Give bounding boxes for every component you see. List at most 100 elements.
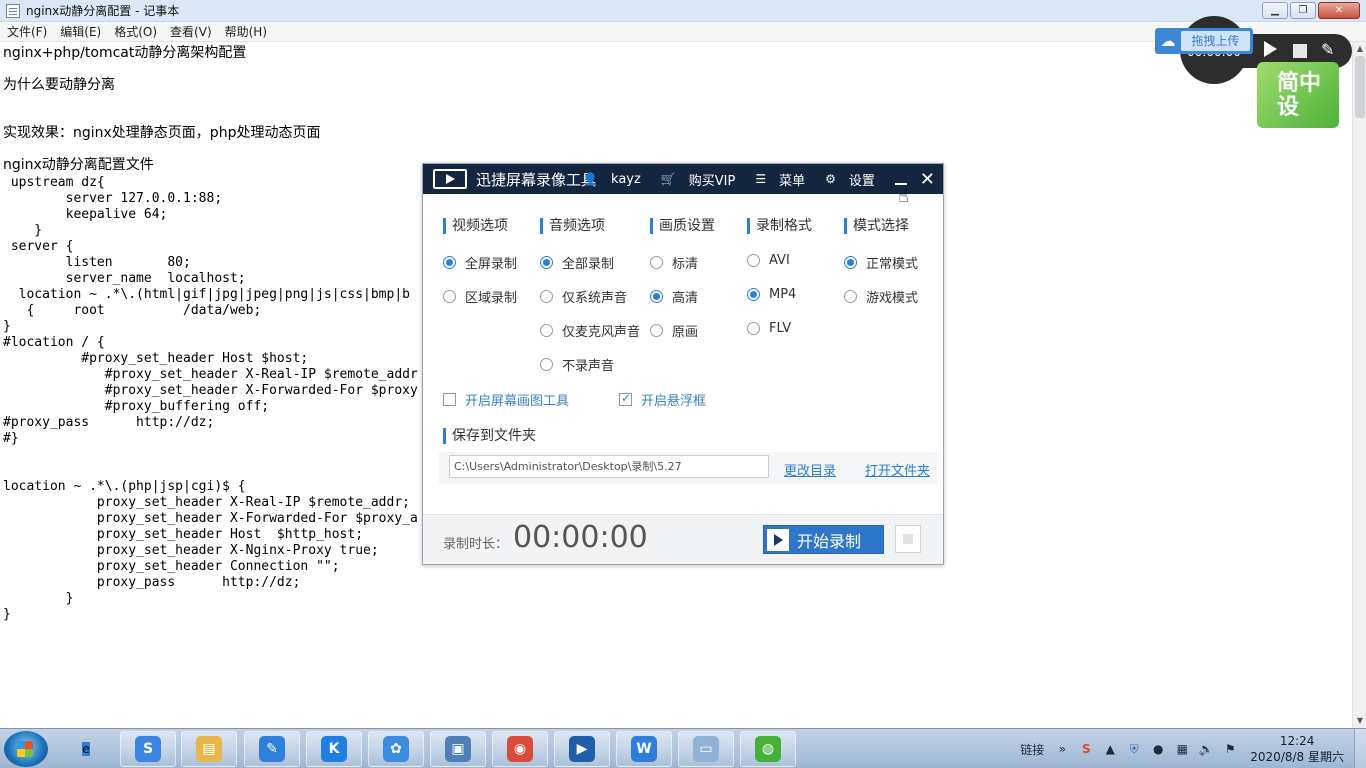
taskbar-app-file-explorer[interactable]: ▤: [181, 731, 237, 767]
radio-dot-icon: [540, 256, 553, 269]
taskbar-app-wechat[interactable]: ◍: [740, 731, 796, 767]
qq-icon[interactable]: ●: [1149, 740, 1167, 758]
text-line: #}: [3, 431, 19, 446]
shield-icon[interactable]: ⛨: [1125, 740, 1143, 758]
show-desktop-button[interactable]: [1354, 729, 1366, 768]
network-icon[interactable]: ▦: [1173, 740, 1191, 758]
upload-label: 拖拽上传: [1181, 31, 1250, 51]
tray-arrow-icon[interactable]: ▲: [1101, 740, 1119, 758]
radio-avi[interactable]: AVI: [747, 253, 790, 268]
start-button[interactable]: [4, 731, 48, 767]
text-line: location ~ .*\.(php|jsp|cgi)$ {: [3, 479, 246, 494]
taskbar-app-wps[interactable]: W: [616, 731, 672, 767]
radio-dot-icon: [747, 322, 760, 335]
checkbox-label: 开启屏幕画图工具: [465, 394, 570, 409]
option-label: 仅系统声音: [562, 291, 628, 306]
green-badge-logo[interactable]: 简中设: [1257, 62, 1339, 128]
text-line: keepalive 64;: [3, 207, 168, 222]
recorder-nav: 👤 kayz 🛒 购买VIP ☰ 菜单 ⚙ 设置 ✕: [583, 164, 943, 194]
radio-region[interactable]: 区域录制: [443, 287, 517, 306]
taskbar-app-snail[interactable]: ◉: [492, 731, 548, 767]
taskbar-app-kugou[interactable]: K: [306, 731, 362, 767]
scroll-up-icon[interactable]: ▲: [1353, 42, 1366, 56]
radio-hd[interactable]: 高清: [650, 287, 698, 306]
radio-standard[interactable]: 标清: [650, 253, 698, 272]
radio-no-audio[interactable]: 不录声音: [540, 355, 614, 374]
radio-mic-audio[interactable]: 仅麦克风声音: [540, 321, 640, 340]
cart-icon: 🛒: [660, 172, 676, 186]
stop-icon[interactable]: [1293, 44, 1307, 58]
text-line: 实现效果：nginx处理静态页面，php处理动态页面: [3, 125, 321, 141]
checkbox-float-window[interactable]: 开启悬浮框: [619, 390, 706, 409]
menu-view[interactable]: 查看(V): [170, 23, 212, 40]
buy-vip-button[interactable]: 🛒 购买VIP: [661, 170, 746, 189]
video-options-header: 视频选项: [443, 218, 539, 234]
radio-dot-icon: [650, 256, 663, 269]
wps-icon: W: [631, 736, 657, 762]
pen-icon[interactable]: ✎: [1321, 40, 1334, 59]
radio-mp4[interactable]: MP4: [747, 287, 796, 302]
clock[interactable]: 12:24 2020/8/8 星期六: [1250, 733, 1344, 765]
scroll-down-icon[interactable]: ▼: [1353, 714, 1366, 728]
menu-edit[interactable]: 编辑(E): [60, 23, 101, 40]
settings-button[interactable]: ⚙ 设置: [825, 170, 885, 189]
taskbar: e S ▤ ✎ K ✿ ▣ ◉ ▶ W ▭ ◍ 链接 » S ▲ ⛨ ● ▦ 🔊 ⚑ 12:24 20…: [0, 728, 1366, 768]
text-line: { root /data/web;: [3, 303, 262, 318]
text-line: listen 80;: [3, 255, 191, 270]
menu-button[interactable]: ☰ 菜单: [755, 170, 815, 189]
radio-flv[interactable]: FLV: [747, 321, 791, 336]
tray-link-label[interactable]: 链接: [1020, 741, 1044, 758]
change-dir-link[interactable]: 更改目录: [784, 460, 836, 479]
scroll-thumb[interactable]: [1355, 56, 1365, 118]
radio-all-audio[interactable]: 全部录制: [540, 253, 614, 272]
save-path-input[interactable]: C:\Users\Administrator\Desktop\录制\5.27: [449, 455, 769, 478]
kugou-icon: K: [321, 736, 347, 762]
option-label: 高清: [672, 291, 699, 306]
play-icon[interactable]: [1264, 41, 1277, 57]
checkbox-draw-tool[interactable]: 开启屏幕画图工具: [443, 390, 569, 409]
open-folder-link[interactable]: 打开文件夹: [865, 460, 930, 479]
taskbar-app-screen-recorder[interactable]: ▶: [554, 731, 610, 767]
taskbar-app-baidu-netdisk[interactable]: ✿: [368, 731, 424, 767]
menu-help[interactable]: 帮助(H): [225, 23, 267, 40]
recorder-close-icon[interactable]: ✕: [920, 169, 935, 190]
recorder-minimize-icon[interactable]: [894, 183, 907, 185]
taskbar-app-ie[interactable]: e: [58, 731, 114, 767]
checkbox-checked-icon: [619, 391, 632, 406]
notepad-title-bar[interactable]: nginx动静分离配置 - 记事本 ▁ ❐ ✕: [0, 0, 1366, 22]
flag-icon[interactable]: ⚑: [1221, 740, 1239, 758]
cloud-icon: ☁: [1160, 32, 1176, 50]
radio-system-audio[interactable]: 仅系统声音: [540, 287, 627, 306]
text-line: #proxy_set_header Host $host;: [3, 351, 309, 366]
radio-dot-icon: [540, 324, 553, 337]
start-recording-button[interactable]: 开始录制: [763, 525, 884, 554]
user-name: kayz: [611, 171, 641, 187]
radio-normal-mode[interactable]: 正常模式: [844, 253, 918, 272]
sogou-icon[interactable]: S: [1077, 740, 1095, 758]
vertical-scrollbar[interactable]: ▲ ▼: [1352, 42, 1366, 728]
option-label: 区域录制: [465, 291, 518, 306]
text-line: proxy_pass http://dz;: [3, 575, 301, 590]
radio-game-mode[interactable]: 游戏模式: [844, 287, 918, 306]
radio-dot-icon: [540, 290, 553, 303]
taskbar-app-notes[interactable]: ✎: [244, 731, 300, 767]
file-explorer-icon: ▤: [196, 736, 222, 762]
taskbar-app-notepad[interactable]: ▭: [678, 731, 734, 767]
menu-format[interactable]: 格式(O): [114, 23, 157, 40]
radio-fullscreen[interactable]: 全屏录制: [443, 253, 517, 272]
user-account[interactable]: 👤 kayz: [583, 172, 651, 187]
taskbar-app-virtualbox[interactable]: ▣: [430, 731, 486, 767]
menu-label: 菜单: [779, 173, 806, 189]
taskbar-app-browser[interactable]: S: [120, 731, 176, 767]
radio-original[interactable]: 原画: [650, 321, 698, 340]
recorder-header[interactable]: 迅捷屏幕录像工具 👤 kayz 🛒 购买VIP ☰ 菜单 ⚙ 设置 ✕: [423, 164, 943, 194]
list-icon: ☰: [755, 172, 767, 186]
tray-expand-icon[interactable]: »: [1053, 740, 1071, 758]
option-label: AVI: [769, 253, 790, 268]
drag-upload-widget[interactable]: ☁ 拖拽上传: [1155, 28, 1253, 54]
volume-icon[interactable]: 🔊: [1197, 740, 1215, 758]
text-line: }: [3, 607, 11, 622]
menu-file[interactable]: 文件(F): [7, 23, 47, 40]
text-line: 为什么要动静分离: [3, 77, 115, 93]
stop-recording-button[interactable]: [895, 525, 921, 553]
